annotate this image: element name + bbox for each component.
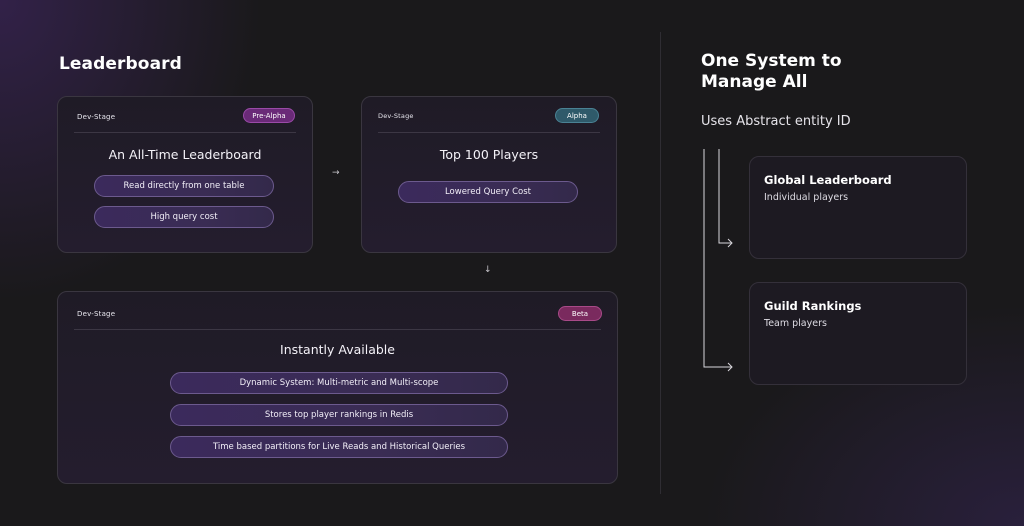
entity-card-guild-rankings: Guild Rankings Team players [749,282,967,385]
alpha-badge: Alpha [555,108,599,123]
card-title: An All-Time Leaderboard [108,147,262,162]
stage-card-beta: Dev-Stage Beta Instantly Available Dynam… [57,291,618,484]
entity-card-global-leaderboard: Global Leaderboard Individual players [749,156,967,259]
arrow-right-icon: → [332,168,340,178]
card-divider [74,132,296,133]
dev-stage-label: Dev-Stage [77,310,116,318]
stage-card-alpha: Dev-Stage Alpha Top 100 Players Lowered … [361,96,617,253]
dev-stage-label: Dev-Stage [77,113,116,121]
connector-lines [703,149,733,372]
feature-pill: Read directly from one table [94,175,274,197]
arrow-down-icon: ↓ [484,265,492,275]
system-title-line-1: One System to [701,51,842,71]
entity-title: Global Leaderboard [764,173,892,187]
pre-alpha-badge: Pre-Alpha [243,108,295,123]
feature-pill: Dynamic System: Multi-metric and Multi-s… [170,372,508,394]
entity-subtitle: Individual players [764,192,849,203]
entity-title: Guild Rankings [764,299,862,313]
beta-badge: Beta [558,306,602,321]
entity-subtitle: Team players [764,318,827,329]
feature-pill: Lowered Query Cost [398,181,578,203]
feature-pill: High query cost [94,206,274,228]
feature-pill: Time based partitions for Live Reads and… [170,436,508,458]
section-divider [660,32,661,494]
stage-card-pre-alpha: Dev-Stage Pre-Alpha An All-Time Leaderbo… [57,96,313,253]
card-title: Top 100 Players [439,147,539,162]
dev-stage-label: Dev-Stage [378,112,414,120]
card-title: Instantly Available [280,342,395,357]
feature-pill: Stores top player rankings in Redis [170,404,508,426]
system-title: One System to Manage All [701,51,842,93]
system-subtitle: Uses Abstract entity ID [701,114,851,129]
system-title-line-2: Manage All [701,72,808,92]
card-divider [378,132,600,133]
card-divider [74,329,601,330]
leaderboard-heading: Leaderboard [59,54,182,74]
